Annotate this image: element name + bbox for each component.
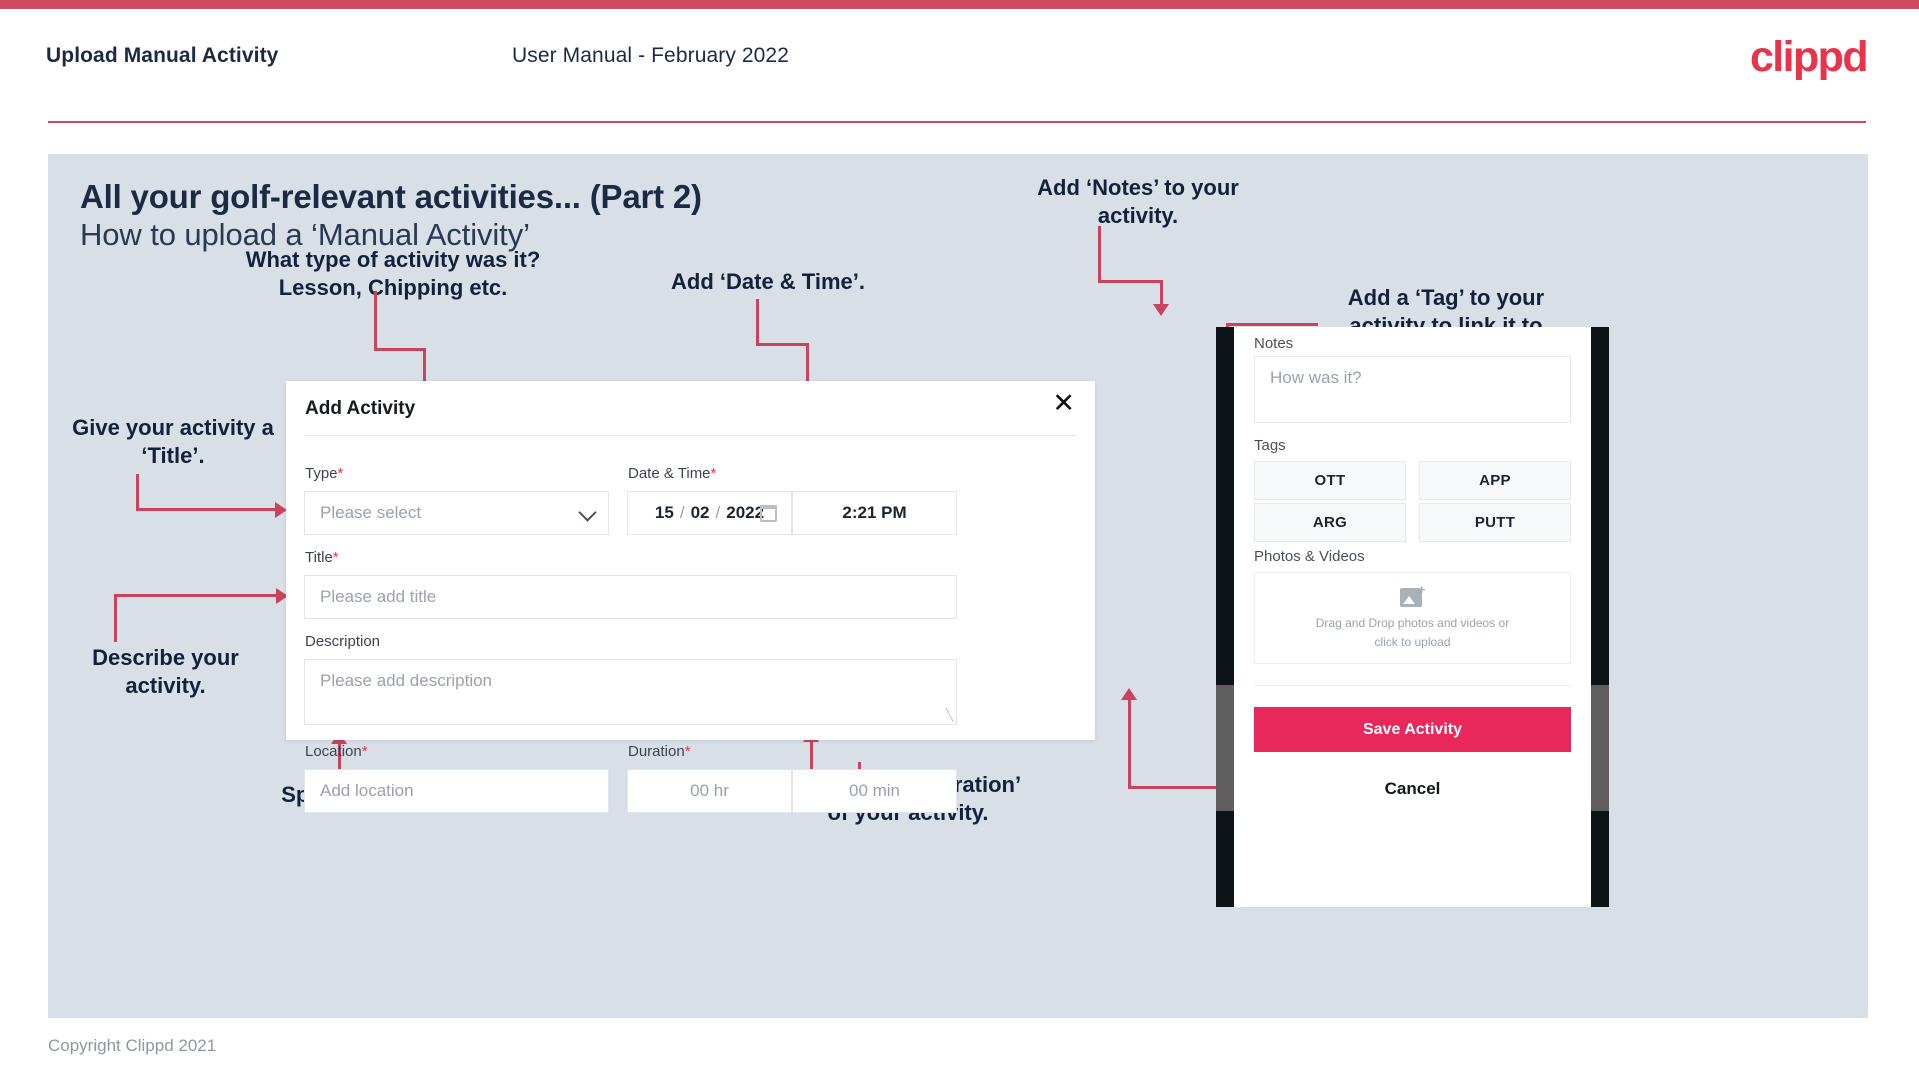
type-select[interactable]: Please select xyxy=(304,491,609,535)
notes-placeholder: How was it? xyxy=(1270,368,1362,387)
callout-notes: Add ‘Notes’ to your activity. xyxy=(1037,175,1239,228)
duration-minutes-input[interactable]: 00 min xyxy=(792,769,957,813)
callout-save-line-v xyxy=(1128,699,1131,787)
time-input[interactable]: 2:21 PM xyxy=(792,491,957,535)
phone-divider xyxy=(1254,685,1571,686)
calendar-icon[interactable] xyxy=(760,505,777,522)
description-label-text: Description xyxy=(305,633,381,650)
dialog-title: Add Activity xyxy=(305,398,416,419)
top-accent-bar xyxy=(0,0,1919,9)
clippd-logo: clippd xyxy=(1749,33,1869,81)
upload-hint-line-1: Drag and Drop photos and videos or xyxy=(1315,615,1510,630)
date-sep-2: / xyxy=(715,503,721,522)
date-sep-1: / xyxy=(679,503,685,522)
callout-dt-line-v1 xyxy=(756,299,759,344)
callout-title-line-v xyxy=(136,474,139,510)
location-label-text: Location xyxy=(305,743,362,760)
date-day: 15 xyxy=(654,503,674,522)
duration-label: Duration* xyxy=(628,743,691,760)
tag-button-ott[interactable]: OTT xyxy=(1254,461,1406,500)
location-required-mark: * xyxy=(361,743,368,760)
dialog-divider xyxy=(304,435,1077,436)
type-label: Type* xyxy=(305,465,343,482)
callout-desc-line-v xyxy=(114,594,117,642)
type-placeholder: Please select xyxy=(320,503,422,522)
tag-button-arg[interactable]: ARG xyxy=(1254,503,1406,542)
resize-handle-icon[interactable]: ╱ xyxy=(946,708,953,722)
callout-title: Give your activity a ‘Title’. xyxy=(72,415,274,468)
add-image-icon: + xyxy=(1399,583,1426,607)
title-label: Title* xyxy=(305,549,339,566)
location-placeholder: Add location xyxy=(320,781,414,800)
title-label-text: Title xyxy=(305,549,333,566)
callout-desc-line-h xyxy=(114,594,277,597)
type-label-text: Type xyxy=(305,465,338,482)
photos-videos-label: Photos & Videos xyxy=(1254,548,1365,565)
callout-tags-line-h xyxy=(1226,323,1318,326)
notes-input[interactable]: How was it? xyxy=(1254,356,1571,423)
slide-heading: All your golf-relevant activities... (Pa… xyxy=(80,178,702,215)
duration-hours-input[interactable]: 00 hr xyxy=(627,769,792,813)
close-icon[interactable]: ✕ xyxy=(1052,390,1075,417)
upload-hint-line-2: click to upload xyxy=(1374,634,1451,649)
duration-label-text: Duration xyxy=(628,743,685,760)
location-label: Location* xyxy=(305,743,368,760)
phone-bezel-left xyxy=(1216,327,1234,907)
phone-volume-button-right xyxy=(1591,685,1609,811)
callout-type: What type of activity was it? Lesson, Ch… xyxy=(245,247,541,300)
callout-dt-line-h xyxy=(756,343,809,346)
footer-copyright: Copyright Clippd 2021 xyxy=(48,1036,217,1055)
date-input[interactable]: 15 / 02 / 2022 xyxy=(627,491,792,535)
page-title: Upload Manual Activity xyxy=(46,44,279,67)
phone-screen: Notes How was it? Tags OTT APP ARG PUTT … xyxy=(1234,327,1591,907)
duration-hours-placeholder: 00 hr xyxy=(690,781,729,800)
duration-minutes-placeholder: 00 min xyxy=(848,781,901,800)
callout-notes-line-v1 xyxy=(1098,226,1101,282)
save-activity-button[interactable]: Save Activity xyxy=(1254,707,1571,752)
callout-type-line-v1 xyxy=(374,291,377,349)
chevron-down-icon xyxy=(578,503,597,522)
datetime-label: Date & Time* xyxy=(628,465,716,482)
location-input[interactable]: Add location xyxy=(304,769,609,813)
datetime-label-text: Date & Time xyxy=(628,465,711,482)
callout-type-line-h xyxy=(374,348,426,351)
upload-dropzone[interactable]: + Drag and Drop photos and videos or cli… xyxy=(1254,572,1571,664)
notes-label: Notes xyxy=(1254,335,1294,352)
header-divider xyxy=(48,121,1866,123)
title-required-mark: * xyxy=(332,549,339,566)
duration-required-mark: * xyxy=(684,743,691,760)
tag-button-app[interactable]: APP xyxy=(1419,461,1571,500)
header-subtitle: User Manual - February 2022 xyxy=(512,44,789,67)
add-activity-dialog: Add Activity ✕ Type* Please select Date … xyxy=(286,381,1095,813)
date-month: 02 xyxy=(690,503,710,522)
cancel-button[interactable]: Cancel xyxy=(1234,779,1591,799)
time-value: 2:21 PM xyxy=(842,503,907,522)
description-label: Description xyxy=(305,633,380,650)
tags-label: Tags xyxy=(1254,437,1286,454)
datetime-required-mark: * xyxy=(710,465,717,482)
phone-volume-button-left xyxy=(1216,685,1234,811)
description-placeholder: Please add description xyxy=(320,671,493,690)
callout-notes-line-v2 xyxy=(1160,280,1163,305)
title-input[interactable]: Please add title xyxy=(304,575,957,619)
description-textarea[interactable]: Please add description ╱ xyxy=(304,659,957,725)
phone-bezel-right xyxy=(1591,327,1609,907)
tag-button-putt[interactable]: PUTT xyxy=(1419,503,1571,542)
phone-mockup: Notes How was it? Tags OTT APP ARG PUTT … xyxy=(1216,327,1609,907)
callout-datetime: Add ‘Date & Time’. xyxy=(671,269,865,294)
date-value: 15 / 02 / 2022 xyxy=(655,503,764,523)
title-placeholder: Please add title xyxy=(320,587,437,606)
type-required-mark: * xyxy=(337,465,344,482)
callout-description: Describe your activity. xyxy=(92,645,239,698)
callout-save-arrowhead xyxy=(1121,688,1137,700)
callout-title-line-h xyxy=(136,508,276,511)
callout-notes-line-h xyxy=(1098,280,1163,283)
callout-dur-line-v2 xyxy=(810,742,813,772)
callout-notes-arrowhead xyxy=(1153,304,1169,316)
date-year: 2022 xyxy=(726,503,765,522)
